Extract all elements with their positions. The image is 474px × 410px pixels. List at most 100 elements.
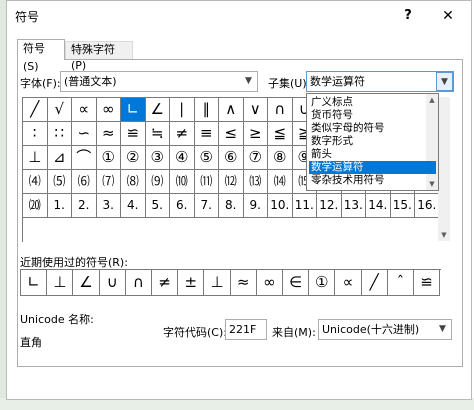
symbol-cell[interactable]: ⑼ [145,170,170,194]
symbol-cell[interactable]: ≒ [145,122,170,146]
symbol-cell[interactable]: ⑾ [194,170,219,194]
close-button[interactable]: ✕ [437,5,459,27]
dropdown-option[interactable]: 类似字母的符号 [309,122,436,135]
recent-symbol-cell[interactable]: ± [178,270,205,296]
symbol-cell[interactable]: ╱ [23,98,48,122]
symbol-cell[interactable]: ∶ [23,122,48,146]
symbol-cell[interactable]: ∣ [170,98,195,122]
symbol-cell[interactable]: ⑹ [72,170,97,194]
dropdown-option[interactable]: 零杂技术用符号 [309,174,436,187]
symbol-cell[interactable]: ⒀ [243,170,268,194]
symbol-cell[interactable]: 2. [72,194,97,218]
font-select[interactable]: (普通文本) ▼ [60,71,258,92]
symbol-cell[interactable]: ∽ [72,122,97,146]
from-select[interactable]: Unicode(十六进制) ▼ [318,319,452,340]
recent-symbol-cell[interactable]: ˆ [387,270,414,296]
symbol-cell[interactable]: ⌒ [72,146,97,170]
symbol-cell[interactable]: ≌ [121,122,146,146]
recent-symbol-cell[interactable]: ⊥ [47,270,74,296]
help-button[interactable]: ? [397,5,419,27]
symbol-cell[interactable]: ≡ [194,122,219,146]
recent-symbol-cell[interactable]: ∟ [21,270,48,296]
dropdown-option[interactable]: 广义标点 [309,96,436,109]
symbol-cell[interactable]: ⑺ [96,170,121,194]
symbol-cell[interactable]: ∟ [121,98,146,122]
symbol-cell[interactable]: ≤ [219,122,244,146]
symbol-cell[interactable]: ③ [145,146,170,170]
symbol-cell[interactable]: 9. [243,194,268,218]
dropdown-option[interactable]: 数字形式 [309,135,436,148]
symbol-cell[interactable]: ≥ [243,122,268,146]
symbol-cell[interactable]: ⊥ [23,146,48,170]
chevron-down-icon[interactable]: ▼ [436,72,453,91]
subset-select[interactable]: 数学运算符 ▼ [306,71,454,92]
symbol-cell[interactable]: ⑽ [170,170,195,194]
symbol-cell[interactable]: ∠ [145,98,170,122]
chevron-down-icon[interactable]: ▼ [434,320,451,339]
symbol-cell[interactable]: 7. [194,194,219,218]
symbol-cell[interactable]: 15. [390,194,415,218]
tab-symbols[interactable]: 符号(S) [17,39,65,73]
symbol-cell[interactable]: ∷ [47,122,72,146]
recent-symbol-cell[interactable]: ∝ [335,270,362,296]
grid-scroll-down-icon[interactable]: ▼ [438,229,450,241]
symbol-cell[interactable]: ≈ [96,122,121,146]
recent-symbol-cell[interactable]: ∩ [125,270,152,296]
recent-symbol-cell[interactable]: ≠ [152,270,179,296]
symbol-cell[interactable]: ≠ [170,122,195,146]
symbol-cell[interactable]: ∨ [243,98,268,122]
recent-symbol-cell[interactable]: ≈ [230,270,257,296]
symbol-cell[interactable]: 11. [292,194,317,218]
font-label: 字体(F): [20,77,61,90]
from-value: Unicode(十六进制) [322,323,420,336]
symbol-cell[interactable]: ⑷ [23,170,48,194]
symbol-cell[interactable]: ⑥ [219,146,244,170]
symbol-cell[interactable]: ≦ [268,122,293,146]
symbol-cell[interactable]: 3. [96,194,121,218]
symbol-cell[interactable]: ⑧ [268,146,293,170]
symbol-cell[interactable]: ⑤ [194,146,219,170]
tab-special-chars[interactable]: 特殊字符(P) [65,41,133,72]
recent-symbol-cell[interactable]: ≌ [414,270,441,296]
symbol-cell[interactable]: ⑦ [243,146,268,170]
symbol-cell[interactable]: √ [47,98,72,122]
symbol-cell[interactable]: 4. [121,194,146,218]
symbol-cell[interactable]: ② [121,146,146,170]
symbol-cell[interactable]: 6. [170,194,195,218]
recent-symbol-cell[interactable]: ∈ [283,270,310,296]
symbol-cell[interactable]: ∧ [219,98,244,122]
grid-scrollbar[interactable] [438,97,450,241]
recent-symbol-cell[interactable]: ① [309,270,336,296]
symbol-cell[interactable]: ④ [170,146,195,170]
recent-symbol-cell[interactable]: ╱ [361,270,388,296]
char-code-input[interactable]: 221F [225,319,267,340]
symbol-cell[interactable]: ∩ [268,98,293,122]
recent-symbol-cell[interactable]: ∠ [73,270,100,296]
symbol-cell[interactable]: 10. [268,194,293,218]
recent-symbol-cell[interactable]: ⊥ [204,270,231,296]
symbol-cell[interactable]: 16. [415,194,440,218]
dropdown-option[interactable]: 货币符号 [309,109,436,122]
symbol-cell[interactable]: ⑿ [219,170,244,194]
recent-symbol-cell[interactable]: ∞ [256,270,283,296]
symbol-cell[interactable]: 14. [366,194,391,218]
symbol-cell[interactable]: 13. [341,194,366,218]
symbol-cell[interactable]: ⑻ [121,170,146,194]
dropdown-option[interactable]: 数学运算符 [309,161,436,174]
symbol-cell[interactable]: ⊿ [47,146,72,170]
symbol-cell[interactable]: ∝ [72,98,97,122]
dropdown-option[interactable]: 箭头 [309,148,436,161]
symbol-cell[interactable]: ⒇ [23,194,48,218]
symbol-cell[interactable]: ⒁ [268,170,293,194]
symbol-cell[interactable]: ① [96,146,121,170]
symbol-cell[interactable]: 5. [145,194,170,218]
chevron-down-icon[interactable]: ▼ [240,72,257,91]
symbol-cell[interactable]: ⑸ [47,170,72,194]
title-bar[interactable]: 符号 ? ✕ [7,1,471,31]
symbol-cell[interactable]: 1. [47,194,72,218]
symbol-cell[interactable]: 12. [317,194,342,218]
symbol-cell[interactable]: ∥ [194,98,219,122]
symbol-cell[interactable]: 8. [219,194,244,218]
recent-symbol-cell[interactable]: ∪ [99,270,126,296]
symbol-cell[interactable]: ∞ [96,98,121,122]
